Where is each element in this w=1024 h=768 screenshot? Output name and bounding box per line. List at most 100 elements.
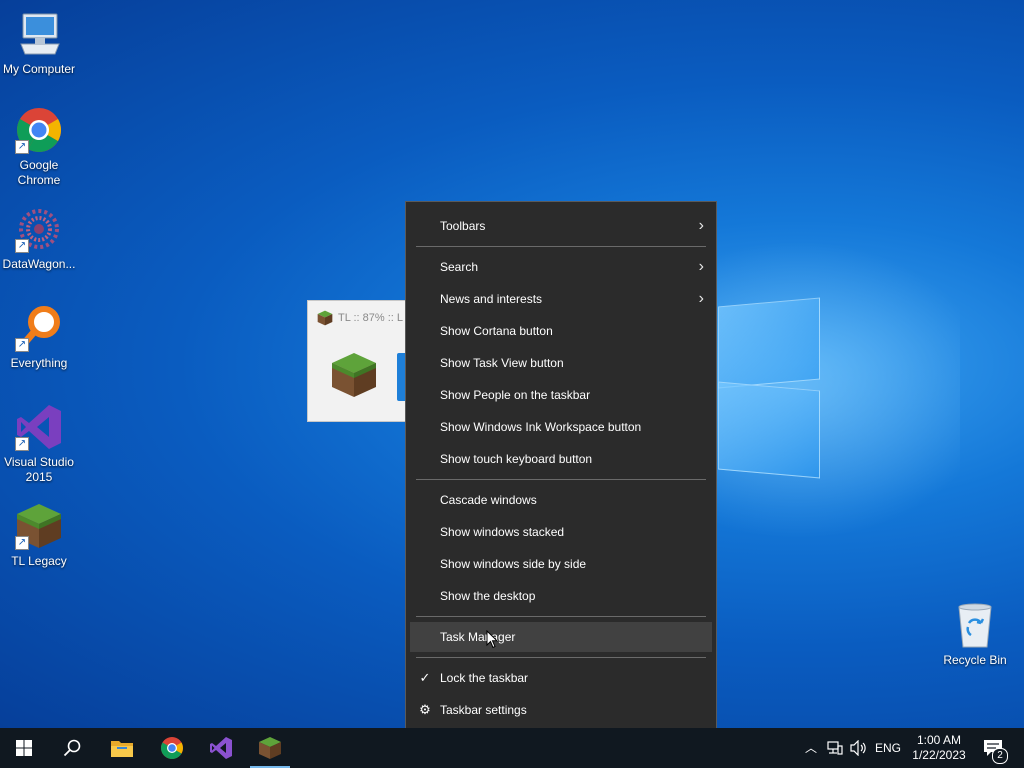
clock-date: 1/22/2023 <box>912 748 966 762</box>
wallpaper-logo-pane-bl <box>718 381 820 479</box>
taskbar-search-button[interactable] <box>48 728 96 768</box>
datawagon-icon: ↗ <box>15 205 63 253</box>
menu-item-show-the-desktop[interactable]: Show the desktop <box>410 581 712 611</box>
shortcut-arrow-icon: ↗ <box>15 536 29 550</box>
menu-item-label: Show Cortana button <box>440 324 553 338</box>
menu-item-taskbar-settings[interactable]: ⚙ Taskbar settings <box>410 695 712 725</box>
desktop-icon-label: Chrome <box>17 173 61 187</box>
desktop-icon-label: My Computer <box>2 62 76 76</box>
language-label: ENG <box>874 741 901 755</box>
network-icon <box>827 741 843 755</box>
start-button[interactable] <box>0 728 48 768</box>
visual-studio-icon <box>210 737 232 759</box>
shortcut-arrow-icon: ↗ <box>15 338 29 352</box>
menu-item-label: Show Windows Ink Workspace button <box>440 420 642 434</box>
wallpaper-logo-pane-tl <box>718 297 820 389</box>
menu-item-label: Show windows side by side <box>440 557 587 571</box>
menu-item-label: Show Task View button <box>440 356 564 370</box>
chrome-icon <box>161 737 183 759</box>
thumbnail-title: TL :: 87% :: L <box>338 312 404 324</box>
desktop-icon-datawagon[interactable]: ↗ DataWagon... <box>1 205 77 272</box>
menu-separator <box>416 616 706 617</box>
thumbnail-grass-block-image <box>330 351 378 404</box>
chevron-right-icon: › <box>698 290 704 307</box>
menu-item-news-and-interests[interactable]: News and interests › <box>410 284 712 314</box>
taskbar-tl-legacy[interactable] <box>246 728 294 768</box>
input-language-indicator[interactable]: ENG <box>874 728 902 768</box>
chrome-icon: ↗ <box>15 106 63 154</box>
taskbar-context-menu: Toolbars › Search › News and interests ›… <box>405 201 717 728</box>
windows-start-icon <box>16 740 32 756</box>
menu-item-cascade-windows[interactable]: Cascade windows <box>410 485 712 515</box>
desktop-icon-my-computer[interactable]: My Computer <box>1 10 77 77</box>
menu-item-label: Task Manager <box>440 630 516 644</box>
menu-item-show-windows-side-by-side[interactable]: Show windows side by side <box>410 549 712 579</box>
desktop-icon-label: DataWagon... <box>2 257 76 271</box>
show-hidden-icons-button[interactable]: ︿ <box>802 728 820 768</box>
clock-time: 1:00 AM <box>916 733 962 747</box>
thumbnail-app-icon <box>317 310 333 331</box>
chevron-right-icon: › <box>698 217 704 234</box>
desktop-icon-google-chrome[interactable]: ↗ Google Chrome <box>1 106 77 188</box>
computer-icon <box>15 10 63 58</box>
recycle-bin-icon <box>951 601 999 649</box>
taskbar-file-explorer[interactable] <box>98 728 146 768</box>
menu-item-task-manager[interactable]: Task Manager <box>410 622 712 652</box>
menu-item-label: Show People on the taskbar <box>440 388 591 402</box>
chevron-right-icon: › <box>698 258 704 275</box>
menu-item-label: Toolbars <box>440 219 486 233</box>
shortcut-arrow-icon: ↗ <box>15 437 29 451</box>
volume-tray-button[interactable] <box>848 728 870 768</box>
checkmark-icon: ✓ <box>419 670 431 685</box>
shortcut-arrow-icon: ↗ <box>15 239 29 253</box>
taskbar[interactable]: ︿ ENG 1:00 AM 1/22/2023 2 <box>0 728 1024 768</box>
menu-item-show-windows-ink-workspace[interactable]: Show Windows Ink Workspace button <box>410 412 712 442</box>
file-explorer-icon <box>111 741 133 757</box>
desktop-icon-label: TL Legacy <box>11 554 67 568</box>
grass-block-icon <box>259 737 281 759</box>
shortcut-arrow-icon: ↗ <box>15 140 29 154</box>
search-icon <box>63 739 81 757</box>
desktop-icon-visual-studio-2015[interactable]: ↗ Visual Studio 2015 <box>1 403 77 485</box>
menu-item-show-windows-stacked[interactable]: Show windows stacked <box>410 517 712 547</box>
menu-item-label: Cascade windows <box>440 493 537 507</box>
visual-studio-icon: ↗ <box>15 403 63 451</box>
menu-item-label: Show touch keyboard button <box>440 452 593 466</box>
menu-item-show-task-view-button[interactable]: Show Task View button <box>410 348 712 378</box>
action-center-button[interactable]: 2 <box>978 728 1018 768</box>
menu-separator <box>416 657 706 658</box>
menu-separator <box>416 246 706 247</box>
taskbar-clock[interactable]: 1:00 AM 1/22/2023 <box>906 733 972 763</box>
desktop-icon-label: Recycle Bin <box>943 653 1007 667</box>
menu-item-show-cortana-button[interactable]: Show Cortana button <box>410 316 712 346</box>
desktop-icon-recycle-bin[interactable]: Recycle Bin <box>937 601 1013 668</box>
menu-item-label: News and interests <box>440 292 543 306</box>
taskbar-thumbnail-preview[interactable]: TL :: 87% :: L <box>307 300 419 422</box>
notification-count-badge: 2 <box>992 748 1008 764</box>
menu-item-label: Search <box>440 260 479 274</box>
mouse-cursor-icon <box>486 629 499 654</box>
menu-item-label: Lock the taskbar <box>440 671 529 685</box>
desktop[interactable]: My Computer ↗ Google Chrome ↗ DataWagon.… <box>0 0 1024 728</box>
chevron-up-icon: ︿ <box>804 741 817 755</box>
network-tray-button[interactable] <box>824 728 846 768</box>
desktop-icon-label: 2015 <box>25 470 53 484</box>
menu-item-lock-the-taskbar[interactable]: ✓ Lock the taskbar <box>410 663 712 693</box>
menu-item-show-touch-keyboard[interactable]: Show touch keyboard button <box>410 444 712 474</box>
gear-icon: ⚙ <box>419 702 431 717</box>
menu-item-label: Taskbar settings <box>440 703 527 717</box>
taskbar-google-chrome[interactable] <box>148 728 196 768</box>
menu-separator <box>416 479 706 480</box>
menu-item-toolbars[interactable]: Toolbars › <box>410 211 712 241</box>
menu-item-label: Show the desktop <box>440 589 536 603</box>
everything-search-icon: ↗ <box>15 304 63 352</box>
desktop-icon-label: Visual Studio <box>4 455 74 469</box>
desktop-icon-everything[interactable]: ↗ Everything <box>1 304 77 371</box>
menu-item-show-people[interactable]: Show People on the taskbar <box>410 380 712 410</box>
desktop-icon-label: Google <box>19 158 59 172</box>
menu-item-search[interactable]: Search › <box>410 252 712 282</box>
taskbar-visual-studio[interactable] <box>197 728 245 768</box>
menu-item-label: Show windows stacked <box>440 525 565 539</box>
desktop-icon-tl-legacy[interactable]: ↗ TL Legacy <box>1 502 77 569</box>
desktop-icon-label: Everything <box>10 356 68 370</box>
